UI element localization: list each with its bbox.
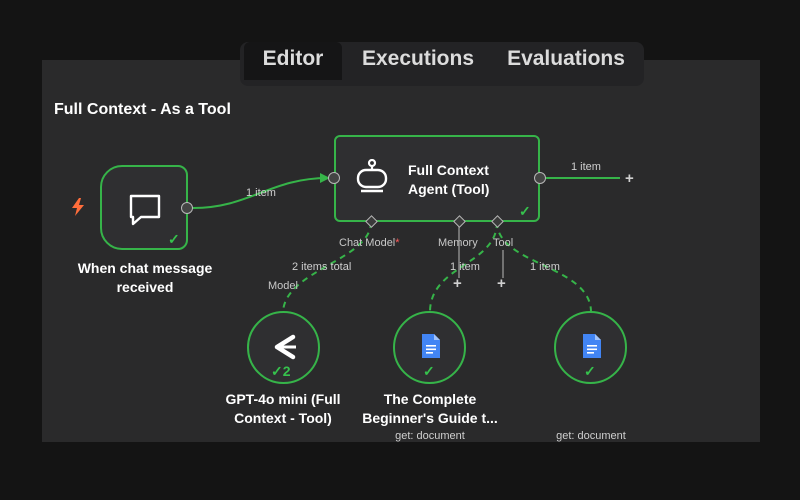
- agent-node-title: Full Context Agent (Tool): [408, 162, 490, 197]
- agent-node[interactable]: Full Context Agent (Tool) ✓: [334, 135, 540, 222]
- doc2-node-subtitle: get: document: [556, 430, 626, 442]
- model-handle-label: Model: [268, 280, 298, 292]
- trigger-node[interactable]: ✓: [100, 165, 188, 250]
- agent-input-port[interactable]: [328, 172, 340, 184]
- add-memory-plus-icon[interactable]: +: [453, 276, 462, 291]
- agent-output-port[interactable]: [534, 172, 546, 184]
- edge-label-tool-doc2: 1 item: [530, 261, 560, 273]
- google-docs-node-1[interactable]: ✓: [393, 311, 466, 384]
- success-check-icon: ✓: [519, 203, 531, 219]
- doc1-node-subtitle: get: document: [395, 430, 465, 442]
- trigger-node-label: When chat message received: [77, 260, 213, 295]
- model-node[interactable]: ✓2: [247, 311, 320, 384]
- memory-handle-label: Memory: [438, 237, 478, 249]
- run-count: 2: [282, 363, 291, 379]
- edge-label-tool-doc1: 1 item: [450, 261, 480, 273]
- add-node-plus-icon[interactable]: +: [625, 171, 634, 186]
- success-check-icon: ✓: [423, 363, 435, 379]
- edge-label-trigger-agent: 1 item: [246, 187, 276, 199]
- tool-handle-label: Tool: [493, 237, 514, 249]
- success-check-icon: ✓2: [271, 363, 291, 379]
- model-node-label: GPT-4o mini (Full Context - Tool): [225, 391, 341, 426]
- doc1-node-label: The Complete Beginner's Guide t...: [362, 391, 498, 426]
- trigger-output-port[interactable]: [181, 202, 193, 214]
- chat-model-handle-label: Chat Model*: [339, 237, 400, 249]
- success-check-icon: ✓: [168, 231, 180, 247]
- google-docs-node-2[interactable]: ✓: [554, 311, 627, 384]
- add-tool-plus-icon[interactable]: +: [497, 276, 506, 291]
- success-check-icon: ✓: [584, 363, 596, 379]
- edge-label-agent-output: 1 item: [571, 161, 601, 173]
- edge-label-model: 2 items total: [292, 261, 352, 273]
